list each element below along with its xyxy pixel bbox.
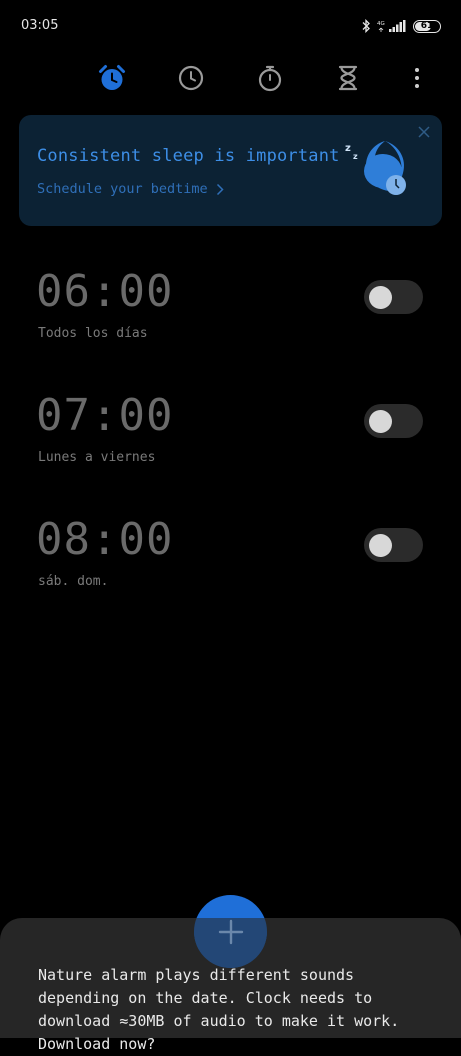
status-time: 03:05 <box>21 18 59 33</box>
more-options-button[interactable] <box>402 63 432 93</box>
status-bar: 03:05 4G 61 <box>0 0 461 52</box>
banner-link-label: Schedule your bedtime <box>37 181 208 197</box>
tab-world-clock[interactable] <box>174 61 208 95</box>
add-alarm-button[interactable] <box>194 895 267 968</box>
alarm-toggle[interactable] <box>364 280 423 314</box>
alarm-item[interactable]: 06:00 Todos los días <box>0 268 461 368</box>
alarm-clock-icon <box>99 65 125 90</box>
bluetooth-icon <box>362 19 370 33</box>
signal-icon: 4G <box>377 20 406 32</box>
battery-icon: 61 <box>413 19 441 33</box>
schedule-bedtime-link[interactable]: Schedule your bedtime <box>37 181 224 197</box>
toggle-knob <box>369 410 392 433</box>
alarm-repeat: sáb. dom. <box>38 574 109 589</box>
plus-icon <box>218 919 243 944</box>
toggle-knob <box>369 286 392 309</box>
svg-text:z: z <box>353 152 358 161</box>
alarm-item[interactable]: 07:00 Lunes a viernes <box>0 392 461 492</box>
battery-percent: 61 <box>420 21 434 31</box>
hourglass-icon <box>338 65 358 91</box>
alarm-toggle[interactable] <box>364 528 423 562</box>
alarm-repeat: Lunes a viernes <box>38 450 156 465</box>
tab-alarm[interactable] <box>95 61 129 95</box>
alarm-time: 07:00 <box>36 390 174 441</box>
alarm-toggle[interactable] <box>364 404 423 438</box>
bedtime-banner[interactable]: Consistent sleep is important Schedule y… <box>19 115 442 226</box>
alarm-repeat: Todos los días <box>38 326 148 341</box>
tab-stopwatch[interactable] <box>253 61 287 95</box>
toggle-knob <box>369 534 392 557</box>
moon-sleep-icon: z z <box>345 141 406 195</box>
stopwatch-icon <box>258 65 282 92</box>
close-icon[interactable] <box>416 124 432 140</box>
status-icons: 4G 61 <box>361 16 441 36</box>
download-prompt-message: Nature alarm plays different sounds depe… <box>38 966 400 1053</box>
svg-text:z: z <box>345 143 351 154</box>
alarm-item[interactable]: 08:00 sáb. dom. <box>0 516 461 616</box>
clock-icon <box>178 65 204 91</box>
alarm-time: 06:00 <box>36 266 174 317</box>
svg-text:4G: 4G <box>377 21 385 27</box>
top-tab-bar <box>0 55 461 99</box>
banner-title: Consistent sleep is important <box>37 146 340 166</box>
alarm-time: 08:00 <box>36 514 174 565</box>
tab-timer[interactable] <box>331 61 365 95</box>
chevron-right-icon <box>216 183 224 195</box>
more-vertical-icon <box>415 68 419 88</box>
